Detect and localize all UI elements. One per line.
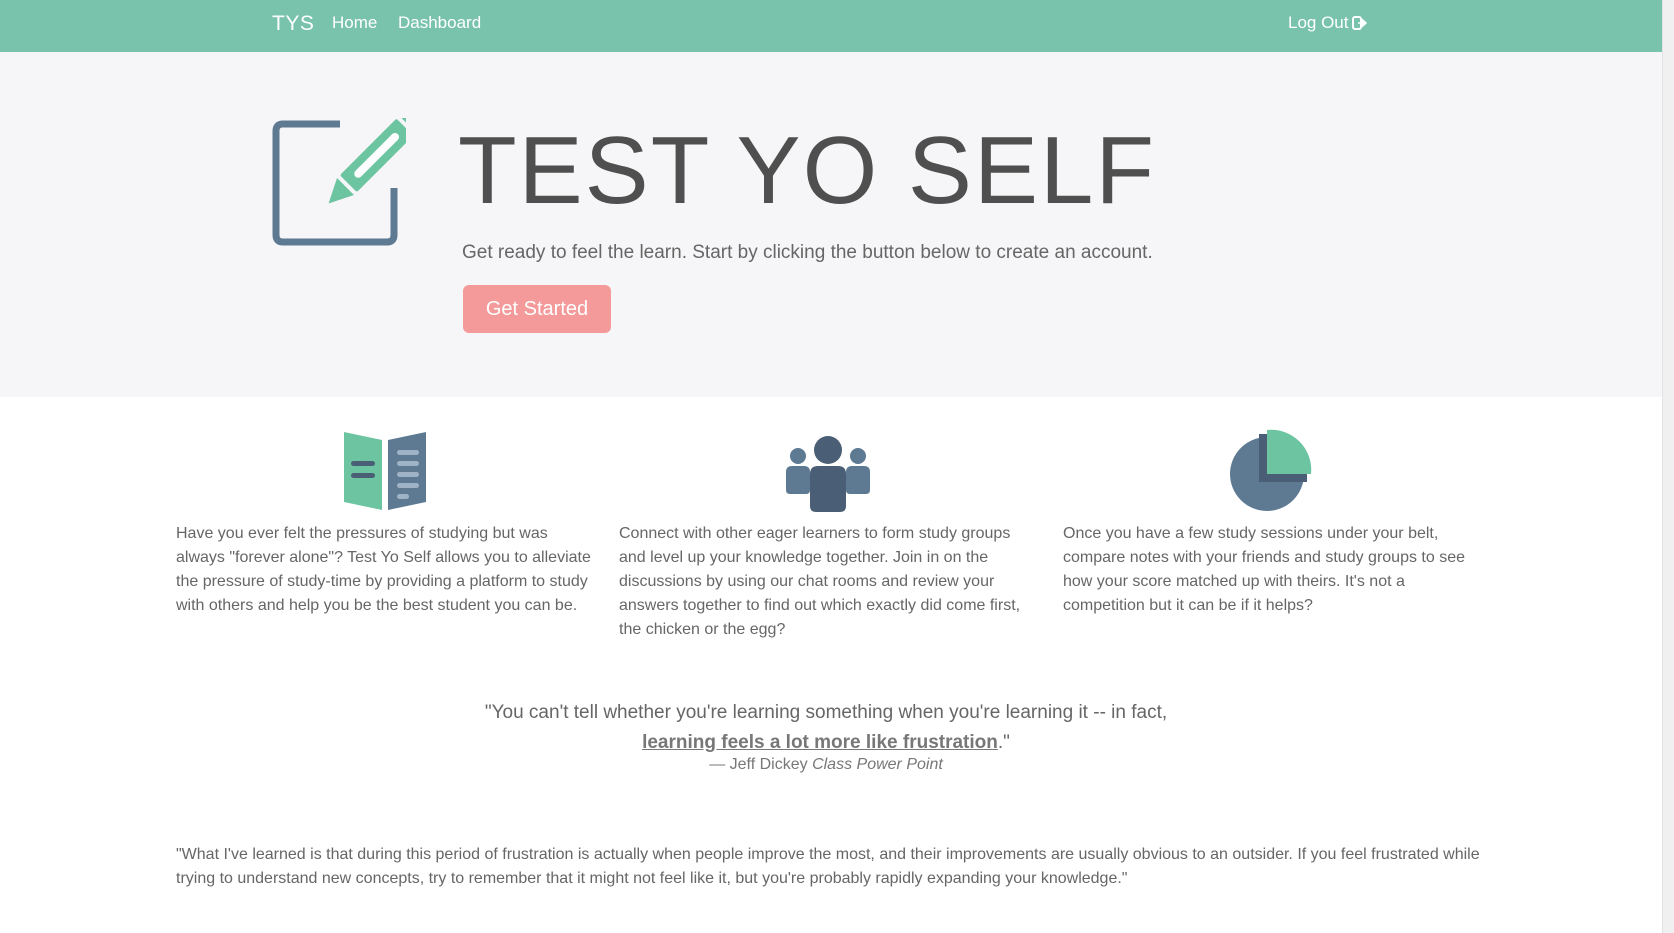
feature-text: Connect with other eager learners to for… xyxy=(619,525,1021,638)
brand-link[interactable]: TYS xyxy=(272,12,314,36)
feature-text: Have you ever felt the pressures of stud… xyxy=(176,525,591,614)
pie-chart-icon xyxy=(1230,429,1312,511)
edit-icon xyxy=(272,118,406,246)
page-title: TEST YO SELF xyxy=(458,117,1157,224)
quote-source: Class Power Point xyxy=(812,756,943,773)
featured-quote: "You can't tell whether you're learning … xyxy=(176,698,1476,758)
feature-compare: Once you have a few study sessions under… xyxy=(1063,428,1481,618)
group-icon xyxy=(786,436,870,512)
book-icon xyxy=(344,432,426,510)
logout-label: Log Out xyxy=(1288,13,1349,32)
logout-link[interactable]: Log Out xyxy=(1288,13,1368,33)
nav-dashboard-link[interactable]: Dashboard xyxy=(398,13,481,33)
hero-subtitle: Get ready to feel the learn. Start by cl… xyxy=(462,242,1153,263)
quote-author: — Jeff Dickey xyxy=(709,756,808,773)
quote-close: ." xyxy=(997,732,1010,753)
navbar: TYS Home Dashboard Log Out xyxy=(0,0,1662,52)
quote-text: "You can't tell whether you're learning … xyxy=(484,702,1168,723)
get-started-button[interactable]: Get Started xyxy=(463,285,611,333)
quote-link[interactable]: learning feels a lot more like frustrati… xyxy=(642,732,998,753)
feature-groups: Connect with other eager learners to for… xyxy=(619,428,1037,642)
feature-text: Once you have a few study sessions under… xyxy=(1063,525,1465,614)
second-quote: "What I've learned is that during this p… xyxy=(176,846,1480,887)
sign-out-icon xyxy=(1351,16,1367,30)
quote-attribution: — Jeff Dickey Class Power Point xyxy=(176,756,1476,774)
hero-section: TEST YO SELF Get ready to feel the learn… xyxy=(0,52,1662,397)
scrollbar[interactable] xyxy=(1662,0,1674,933)
feature-study: Have you ever felt the pressures of stud… xyxy=(176,428,594,618)
nav-home-link[interactable]: Home xyxy=(332,13,377,33)
